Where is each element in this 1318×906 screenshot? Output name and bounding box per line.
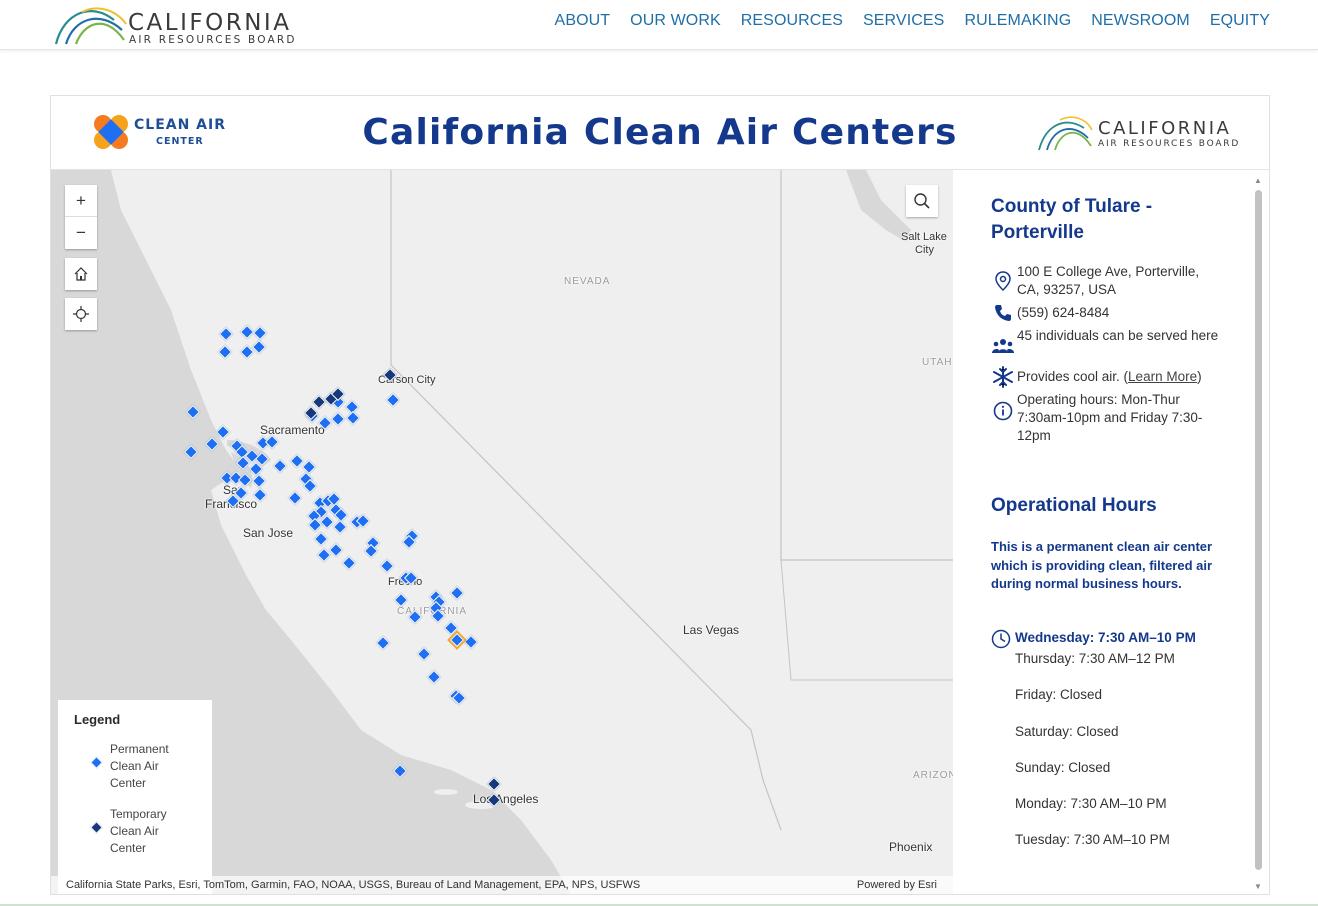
label-los-angeles: Los Angeles — [473, 792, 539, 806]
address-text: 100 E College Ave, Porterville, CA, 9325… — [1017, 264, 1200, 297]
panel-scrollbar[interactable]: ▲ ▼ — [1253, 176, 1263, 892]
hours-row: Tuesday: 7:30 AM–10 PM — [991, 831, 1231, 867]
logo-subtitle: AIR RESOURCES BOARD — [129, 34, 297, 46]
nav-about[interactable]: ABOUT — [555, 12, 611, 30]
label-nevada: NEVADA — [564, 276, 611, 287]
app-frame: CLEAN AIR CENTER California Clean Air Ce… — [50, 95, 1270, 895]
temporary-diamond-icon — [90, 821, 103, 834]
info-icon — [991, 399, 1015, 423]
label-arizona: ARIZON — [913, 770, 953, 781]
capacity-text: 45 individuals can be served here — [1017, 328, 1219, 343]
operating-hours-row: Operating hours: Mon-Thur 7:30am-10pm an… — [991, 391, 1221, 445]
scroll-thumb[interactable] — [1255, 190, 1262, 870]
hours-list: Wednesday: 7:30 AM–10 PM Thursday: 7:30 … — [991, 629, 1231, 868]
label-salt-lake: Salt Lake — [901, 231, 947, 243]
carb-arc-icon — [54, 7, 127, 45]
phone-row: (559) 624-8484 — [991, 304, 1221, 322]
scroll-down-arrow-icon[interactable]: ▼ — [1254, 882, 1262, 891]
hours-monday: Monday: 7:30 AM–10 PM — [1015, 796, 1167, 812]
locate-button[interactable] — [65, 298, 97, 330]
hours-row: Saturday: Closed — [991, 723, 1231, 759]
scroll-up-arrow-icon[interactable]: ▲ — [1254, 176, 1262, 185]
operational-hours-title: Operational Hours — [991, 495, 1157, 516]
home-icon — [74, 267, 88, 281]
hours-thursday: Thursday: 7:30 AM–12 PM — [1015, 651, 1175, 666]
capacity-row: 45 individuals can be served here — [991, 327, 1221, 353]
snowflake-icon — [991, 365, 1015, 389]
nav-services[interactable]: SERVICES — [863, 12, 944, 30]
operating-hours-text: Operating hours: Mon-Thur 7:30am-10pm an… — [1017, 392, 1203, 443]
learn-more-link[interactable]: Learn More — [1128, 369, 1197, 384]
carb-app-logo: CALIFORNIA AIR RESOURCES BOARD — [1036, 114, 1246, 154]
carb-app-logo-sub: AIR RESOURCES BOARD — [1098, 139, 1241, 149]
app-header: CLEAN AIR CENTER California Clean Air Ce… — [51, 96, 1269, 170]
center-title: County of Tulare - Porterville — [991, 196, 1153, 243]
map-legend: Legend Permanent Clean Air Center Tempor… — [58, 700, 212, 894]
operational-hours-description: This is a permanent clean air center whi… — [991, 539, 1213, 591]
label-las-vegas: Las Vegas — [683, 623, 740, 637]
legend-label-temporary: Temporary Clean Air Center — [110, 807, 167, 855]
address-row: 100 E College Ave, Porterville, CA, 9325… — [991, 263, 1221, 299]
hours-sunday: Sunday: Closed — [1015, 759, 1111, 775]
legend-label-permanent: Permanent Clean Air Center — [110, 742, 169, 790]
phone-icon — [991, 301, 1015, 325]
hours-saturday: Saturday: Closed — [1015, 723, 1119, 739]
carb-site-logo[interactable]: CALIFORNIA AIR RESOURCES BOARD — [52, 4, 302, 46]
hours-row: Monday: 7:30 AM–10 PM — [991, 795, 1231, 831]
hours-row: Friday: Closed — [991, 686, 1231, 722]
phone-text[interactable]: (559) 624-8484 — [1017, 304, 1221, 322]
map-search-button[interactable] — [906, 185, 938, 217]
attribution-text: California State Parks, Esri, TomTom, Ga… — [66, 879, 641, 891]
hours-row: Thursday: 7:30 AM–12 PM — [991, 650, 1231, 686]
nav-resources[interactable]: RESOURCES — [741, 12, 843, 30]
carb-arc-icon — [1038, 116, 1093, 151]
crosshair-icon — [73, 306, 89, 322]
nav-equity[interactable]: EQUITY — [1210, 12, 1270, 30]
hours-tuesday: Tuesday: 7:30 AM–10 PM — [1015, 832, 1170, 848]
search-icon — [914, 193, 930, 209]
legend-title: Legend — [74, 712, 121, 727]
nav-rulemaking[interactable]: RULEMAKING — [964, 12, 1071, 30]
main-nav: ABOUT OUR WORK RESOURCES SERVICES RULEMA… — [555, 12, 1270, 30]
hours-row: Sunday: Closed — [991, 759, 1231, 795]
label-san-jose: San Jose — [243, 526, 294, 540]
people-group-icon — [991, 334, 1015, 358]
cool-air-label: Provides cool air. ( — [1017, 369, 1129, 384]
zoom-out-button[interactable]: − — [65, 217, 97, 249]
hours-row-today: Wednesday: 7:30 AM–10 PM — [991, 629, 1231, 650]
zoom-in-button[interactable]: + — [65, 185, 97, 217]
powered-by-esri[interactable]: Powered by Esri — [857, 879, 937, 891]
site-header: CALIFORNIA AIR RESOURCES BOARD ABOUT OUR… — [0, 0, 1318, 50]
map-view[interactable]: NEVADA UTAH ARIZON CALIFORNIA Salt Lake … — [51, 170, 953, 894]
permanent-diamond-icon — [90, 756, 103, 769]
home-button[interactable] — [65, 258, 97, 290]
label-sacramento: Sacramento — [260, 423, 325, 437]
cool-air-row: Provides cool air. (Learn More) — [991, 365, 1221, 389]
legend-item-temporary: Temporary Clean Air Center — [74, 806, 194, 857]
carb-app-logo-title: CALIFORNIA — [1098, 118, 1232, 139]
nav-newsroom[interactable]: NEWSROOM — [1091, 12, 1190, 30]
nav-our-work[interactable]: OUR WORK — [630, 12, 721, 30]
label-utah: UTAH — [922, 357, 953, 368]
cool-air-text: Provides cool air. (Learn More) — [1017, 368, 1221, 386]
cool-air-close: ) — [1197, 369, 1202, 384]
label-salt-lake-city: City — [915, 244, 934, 256]
label-phoenix: Phoenix — [889, 840, 933, 854]
location-pin-icon — [991, 269, 1015, 293]
details-panel: County of Tulare - Porterville 100 E Col… — [953, 170, 1269, 894]
hours-wednesday: Wednesday: 7:30 AM–10 PM — [1015, 630, 1196, 645]
logo-title: CALIFORNIA — [128, 10, 292, 36]
legend-item-permanent: Permanent Clean Air Center — [74, 741, 194, 792]
map-attribution: California State Parks, Esri, TomTom, Ga… — [51, 876, 953, 894]
zoom-controls: + − — [65, 185, 97, 249]
hours-friday: Friday: Closed — [1015, 687, 1103, 703]
